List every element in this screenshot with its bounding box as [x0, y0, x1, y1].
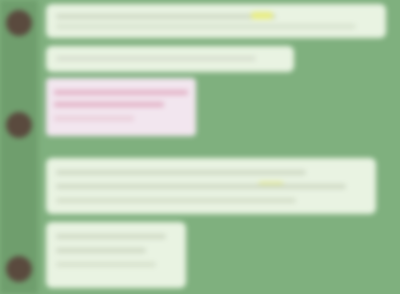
- message-bubble: [46, 4, 386, 38]
- left-sidebar: [0, 0, 38, 294]
- avatar[interactable]: [6, 10, 32, 36]
- message-bubble: [46, 46, 294, 72]
- attachment-card[interactable]: [46, 78, 196, 136]
- avatar[interactable]: [6, 112, 32, 138]
- blurred-chat-window: [0, 0, 400, 294]
- message-bubble: [46, 222, 186, 288]
- avatar[interactable]: [6, 256, 32, 282]
- message-bubble: [46, 158, 376, 214]
